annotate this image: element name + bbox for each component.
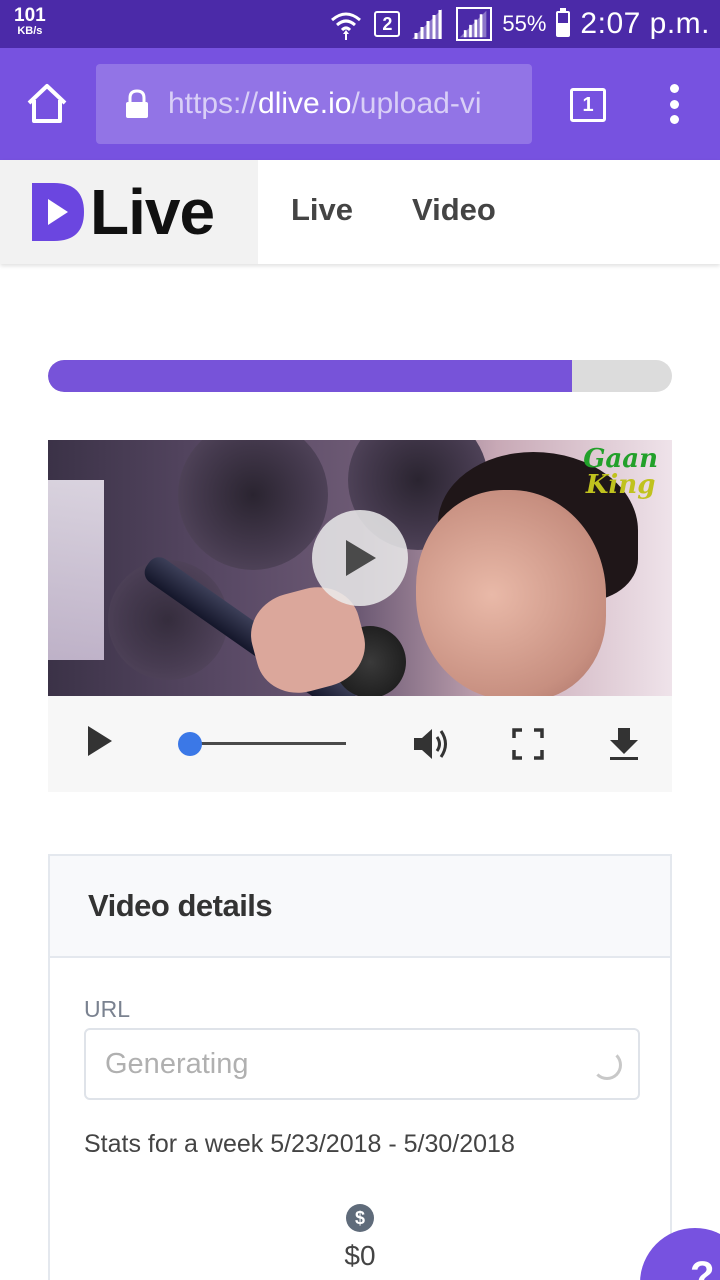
nav-live[interactable]: Live [291,192,353,228]
network-speed-value: 101 [14,5,46,26]
lock-icon [126,89,148,118]
watermark-line1: Gaan [583,444,658,474]
video-controls [48,696,672,792]
fullscreen-icon[interactable] [512,728,544,760]
dlive-logo-icon [32,183,84,241]
dlive-logo[interactable]: Live [0,160,258,264]
speaker-graphic [178,440,328,570]
overflow-menu-icon[interactable] [662,84,686,124]
url-domain: dlive.io [258,87,352,120]
site-header: Live Live Video [0,160,720,264]
volume-icon[interactable] [412,724,452,764]
clock: 2:07 p.m. [580,7,710,40]
play-icon [346,540,376,576]
tab-switcher-button[interactable]: 1 [570,88,606,122]
status-bar: 101 KB/s 2 55% 2:07 p.m. [0,0,720,48]
browser-toolbar: https://dlive.io/upload-vi 1 [0,48,720,160]
channel-watermark: Gaan King [583,446,658,498]
network-speed-unit: KB/s [17,25,43,37]
seek-thumb[interactable] [178,732,203,756]
dollar-icon: $ [346,1204,374,1232]
url-field-label: URL [84,996,131,1022]
nav-video[interactable]: Video [412,192,496,228]
play-icon[interactable] [86,724,114,758]
earnings-value: $0 [344,1240,376,1271]
battery-percent: 55% [502,11,547,36]
url-prefix: https:// [168,87,259,120]
upload-progress-fill [48,360,573,392]
address-bar[interactable]: https://dlive.io/upload-vi [96,64,532,144]
help-icon: ? [690,1254,715,1280]
play-overlay-button[interactable] [312,510,408,606]
battery-icon [556,8,571,37]
video-details-title: Video details [88,888,273,923]
signal-icon [412,9,443,39]
watermark-line2: King [585,470,656,500]
video-url-field[interactable]: Generating [84,1028,640,1100]
upload-progress-bar [48,360,672,392]
url-field-placeholder: Generating [105,1047,249,1080]
logo-text: Live [90,176,215,248]
sim-icon: 2 [374,11,401,37]
url-path: /upload-vi [351,87,482,120]
network-speed: 101 KB/s [14,6,46,37]
wifi-icon [331,12,362,40]
card-header: Video details [50,856,670,958]
seek-bar[interactable] [178,732,346,756]
loading-spinner-icon [592,1050,622,1080]
url-text: https://dlive.io/upload-vi [168,87,482,121]
home-icon[interactable] [24,81,70,127]
person-face [416,490,606,696]
signal-icon-secondary [456,7,493,41]
video-preview[interactable]: Gaan King [48,440,672,696]
stats-period: Stats for a week 5/23/2018 - 5/30/2018 [84,1130,515,1158]
download-icon[interactable] [608,726,640,762]
video-details-card: Video details URL Generating Stats for a… [48,854,672,1280]
